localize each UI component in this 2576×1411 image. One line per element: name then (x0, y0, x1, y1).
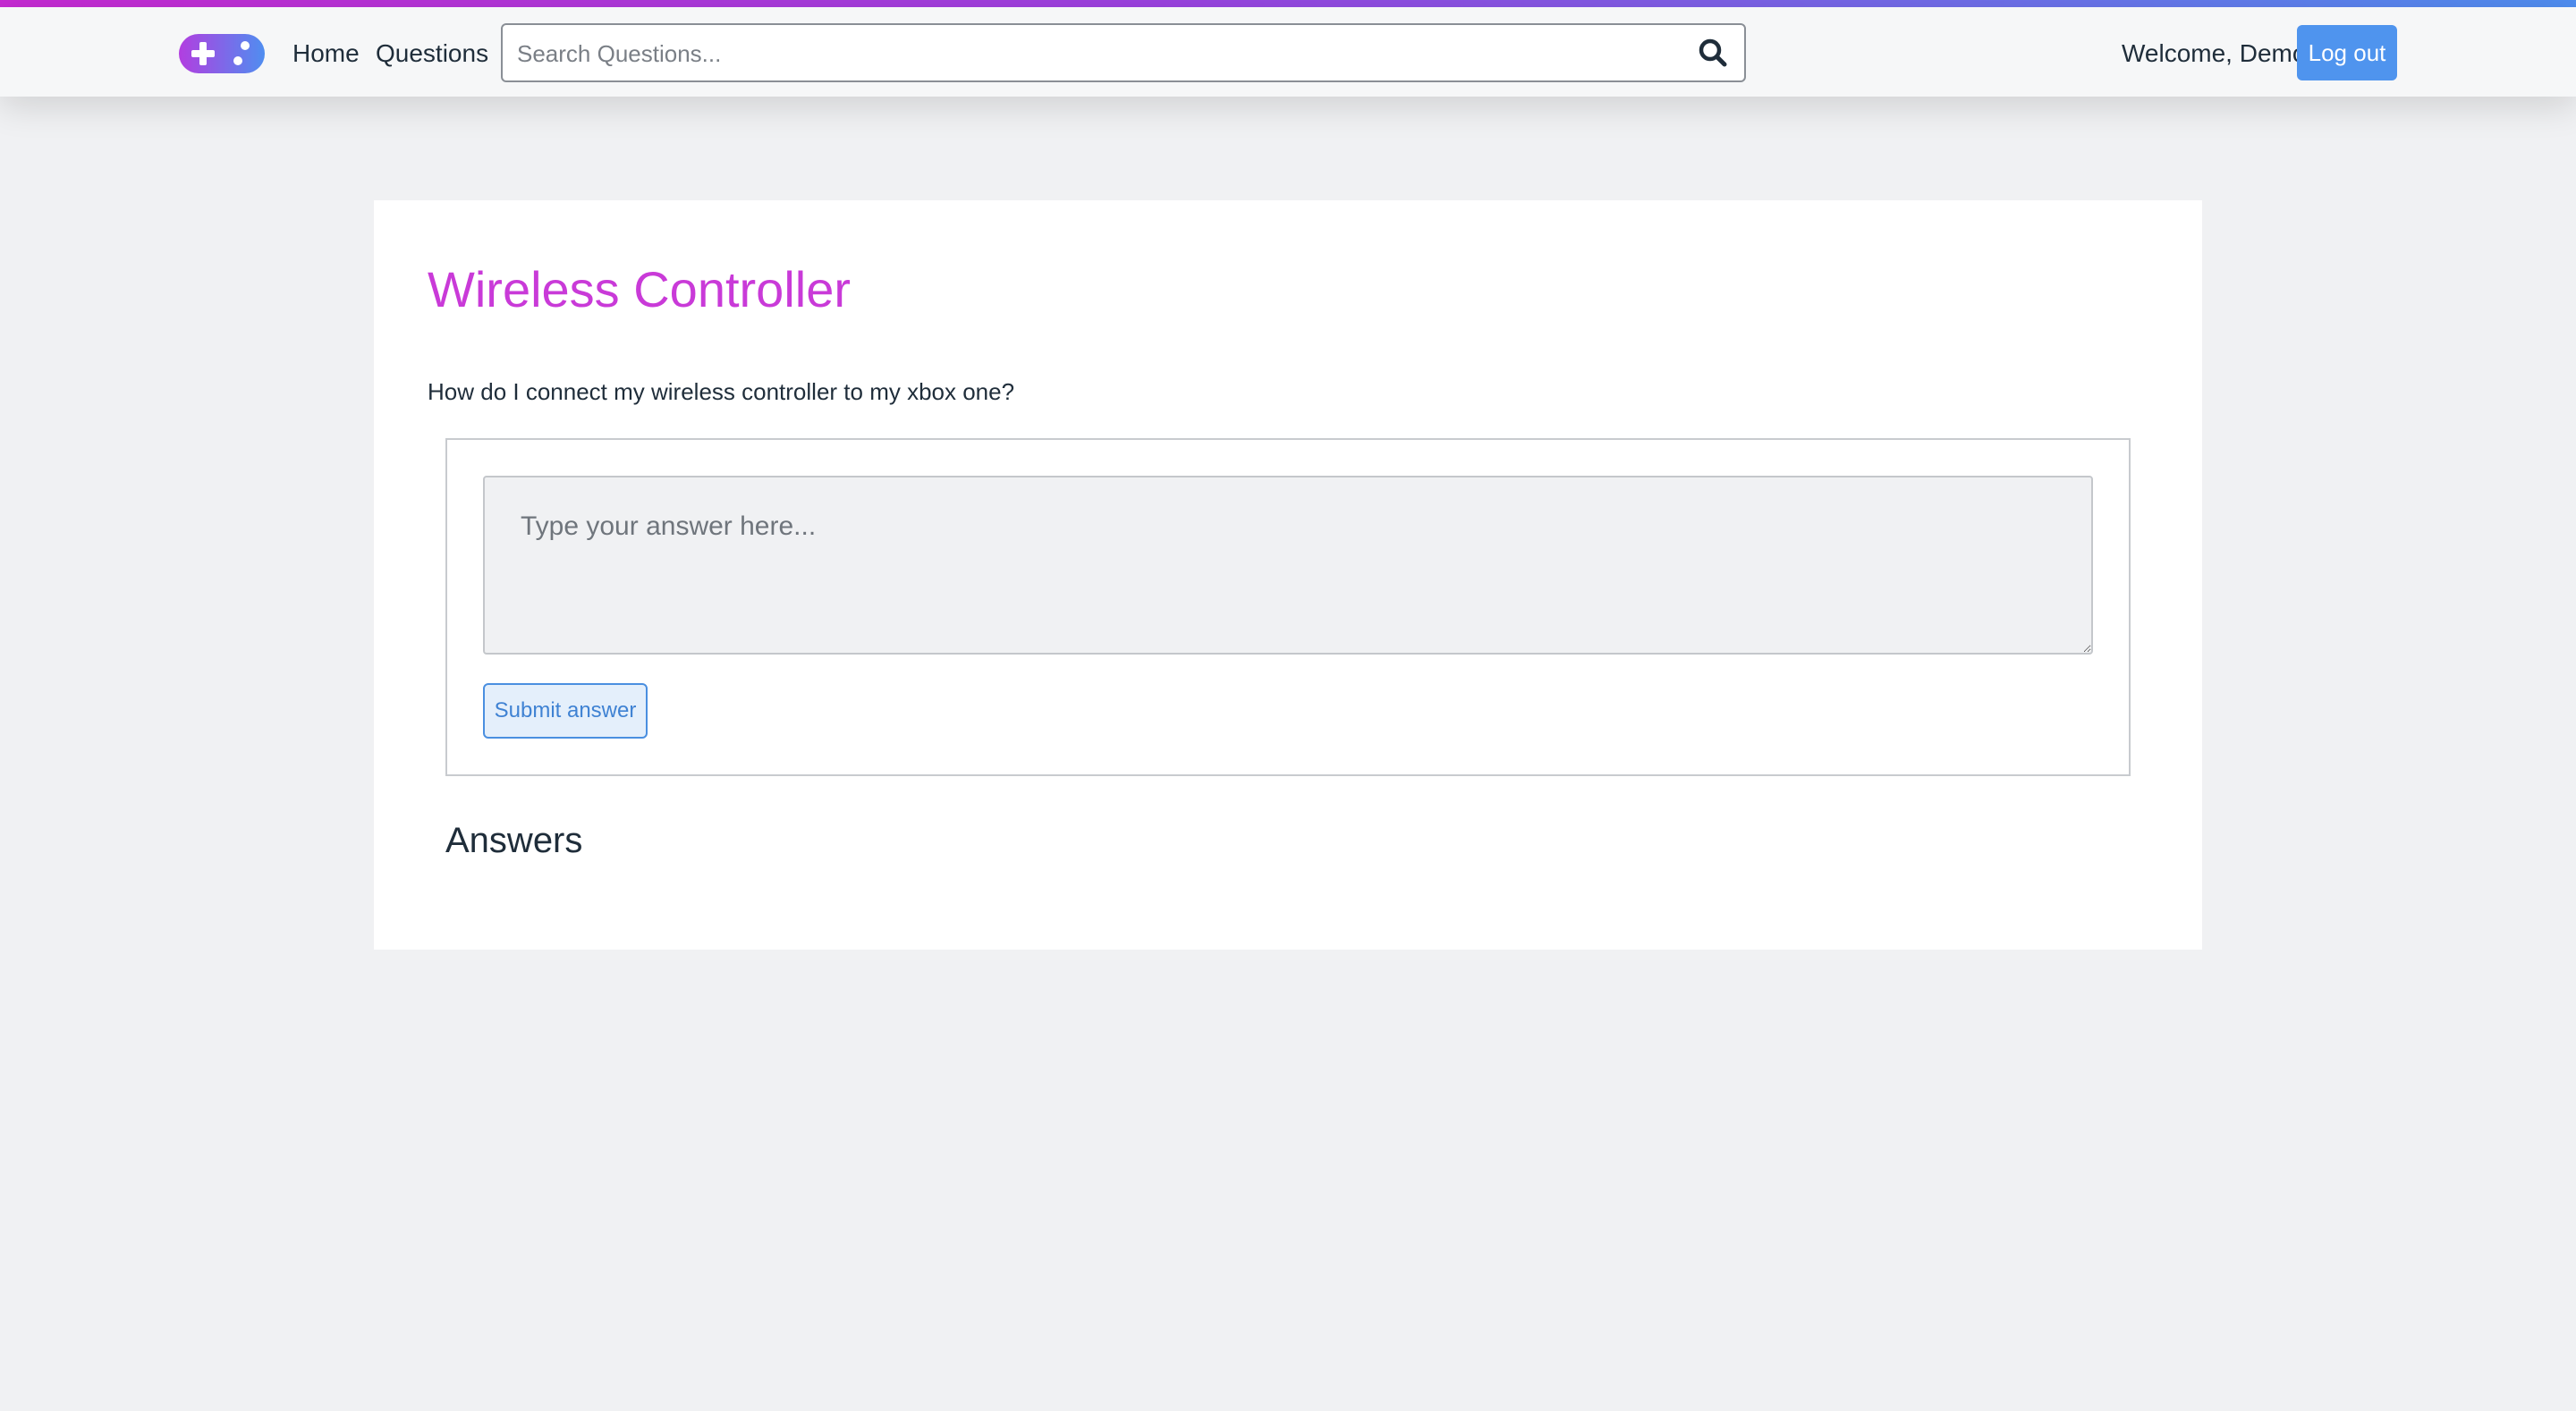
welcome-message: Welcome, Demo! (2122, 39, 2314, 67)
search-input[interactable] (515, 32, 1664, 75)
answer-textarea[interactable] (483, 476, 2093, 655)
nav-questions-link[interactable]: Questions (376, 34, 488, 73)
navbar: Home Questions Welcome, Demo! Log out (0, 7, 2576, 97)
question-card: Wireless Controller How do I connect my … (374, 200, 2202, 950)
nav-home-link[interactable]: Home (292, 34, 360, 73)
submit-answer-button[interactable]: Submit answer (483, 683, 648, 739)
search-bar (501, 23, 1746, 82)
top-accent-bar (0, 0, 2576, 7)
answer-form: Submit answer (445, 438, 2131, 776)
search-icon[interactable] (1698, 38, 1728, 68)
gamepad-icon[interactable] (179, 32, 265, 75)
logout-button[interactable]: Log out (2297, 25, 2397, 80)
question-body: How do I connect my wireless controller … (428, 378, 1015, 405)
question-title: Wireless Controller (428, 261, 851, 317)
answers-heading: Answers (445, 821, 583, 860)
